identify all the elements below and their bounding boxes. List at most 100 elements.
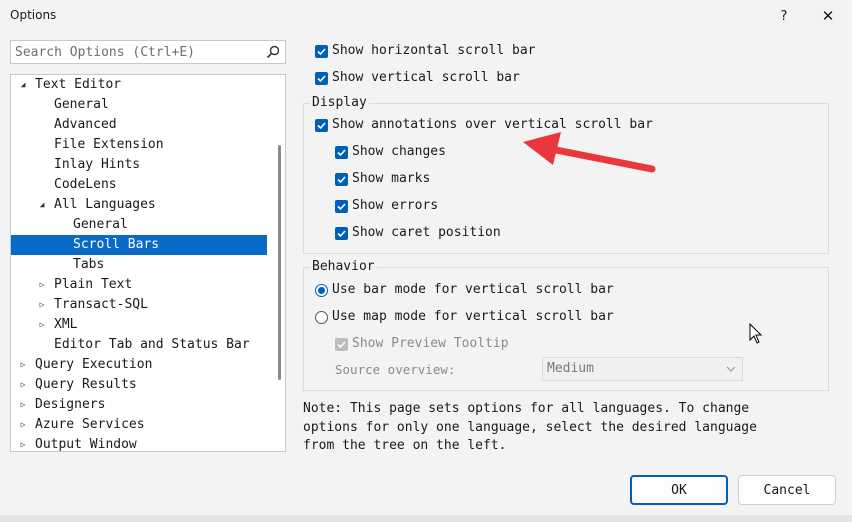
show-annotations-label: Show annotations over vertical scroll ba… bbox=[332, 117, 653, 132]
tree-item-label: Query Execution bbox=[35, 357, 153, 372]
tree-item[interactable]: ▷ Designers bbox=[11, 395, 267, 415]
tree-item[interactable]: CodeLens bbox=[11, 175, 267, 195]
close-button[interactable]: ✕ bbox=[806, 2, 850, 30]
options-tree: ◢ Text Editor General Advanced File Extensio… bbox=[10, 74, 286, 452]
tree-item-label: Text Editor bbox=[35, 77, 122, 92]
mouse-pointer-icon bbox=[749, 323, 763, 344]
note-line: options for only one language, select th… bbox=[303, 419, 757, 435]
cancel-button[interactable]: Cancel bbox=[738, 475, 836, 505]
show-errors-checkbox[interactable] bbox=[335, 200, 348, 213]
show-caret-position-label: Show caret position bbox=[352, 225, 501, 240]
collapsed-triangle-icon[interactable]: ▷ bbox=[17, 395, 29, 415]
tree-item[interactable]: General bbox=[11, 95, 267, 115]
tree-item-label: CodeLens bbox=[54, 177, 117, 192]
collapsed-triangle-icon[interactable]: ▷ bbox=[36, 275, 48, 295]
tree-item-label: Editor Tab and Status Bar bbox=[54, 337, 250, 352]
search-box bbox=[10, 40, 286, 64]
help-icon: ? bbox=[780, 8, 788, 24]
search-input[interactable] bbox=[11, 41, 261, 63]
collapsed-triangle-icon[interactable]: ▷ bbox=[17, 355, 29, 375]
show-horizontal-label: Show horizontal scroll bar bbox=[332, 43, 536, 58]
tree-item-label: Transact-SQL bbox=[54, 297, 148, 312]
tree-item-label: Advanced bbox=[54, 117, 117, 132]
collapsed-triangle-icon[interactable]: ▷ bbox=[36, 315, 48, 335]
tree-item-label: Scroll Bars bbox=[73, 237, 160, 252]
note-text: Note: This page sets options for all lan… bbox=[303, 400, 813, 456]
tree-item[interactable]: ◢ Text Editor bbox=[11, 75, 267, 95]
collapsed-triangle-icon[interactable]: ▷ bbox=[17, 435, 29, 451]
tree-item[interactable]: ▷ XML bbox=[11, 315, 267, 335]
show-changes-checkbox[interactable] bbox=[335, 146, 348, 159]
tree-item[interactable]: Editor Tab and Status Bar bbox=[11, 335, 267, 355]
show-errors-label: Show errors bbox=[352, 198, 439, 213]
source-overview-select[interactable]: Medium bbox=[542, 357, 743, 381]
expanded-triangle-icon[interactable]: ◢ bbox=[36, 195, 48, 215]
show-vertical-label: Show vertical scroll bar bbox=[332, 70, 520, 85]
bar-mode-label: Use bar mode for vertical scroll bar bbox=[332, 282, 614, 297]
tree-item[interactable]: ▷ Azure Services bbox=[11, 415, 267, 435]
collapsed-triangle-icon[interactable]: ▷ bbox=[36, 295, 48, 315]
close-icon: ✕ bbox=[821, 7, 835, 25]
search-icon[interactable] bbox=[265, 44, 281, 60]
tree-item-label: Tabs bbox=[73, 257, 105, 272]
tree-item-label: Query Results bbox=[35, 377, 137, 392]
tree-item[interactable]: Inlay Hints bbox=[11, 155, 267, 175]
note-line: Note: This page sets options for all lan… bbox=[303, 401, 750, 416]
tree-item[interactable]: Scroll Bars bbox=[11, 235, 267, 255]
tree-item[interactable]: Advanced bbox=[11, 115, 267, 135]
background-window-strip bbox=[0, 515, 852, 522]
collapsed-triangle-icon[interactable]: ▷ bbox=[17, 375, 29, 395]
show-vertical-checkbox[interactable] bbox=[315, 72, 328, 85]
help-button[interactable]: ? bbox=[762, 2, 806, 30]
check-icon bbox=[337, 341, 346, 349]
tree-item[interactable]: File Extension bbox=[11, 135, 267, 155]
tree-item-label: XML bbox=[54, 317, 78, 332]
show-preview-tooltip-label: Show Preview Tooltip bbox=[352, 336, 509, 351]
title-bar: Options ? ✕ bbox=[0, 0, 852, 32]
expanded-triangle-icon[interactable]: ◢ bbox=[17, 75, 29, 95]
note-line: from the tree on the left. bbox=[303, 438, 507, 453]
tree-scrollbar[interactable] bbox=[273, 75, 285, 451]
tree-item-label: Inlay Hints bbox=[54, 157, 141, 172]
tree-item[interactable]: Tabs bbox=[11, 255, 267, 275]
bar-mode-radio[interactable] bbox=[315, 284, 328, 297]
check-icon bbox=[317, 75, 326, 83]
source-overview-value: Medium bbox=[547, 361, 594, 376]
tree-item-label: File Extension bbox=[54, 137, 164, 152]
check-icon bbox=[337, 203, 346, 211]
tree-item-label: Output Window bbox=[35, 437, 137, 452]
tree-item[interactable]: ▷ Output Window bbox=[11, 435, 267, 452]
check-icon bbox=[337, 149, 346, 157]
show-preview-tooltip-checkbox[interactable] bbox=[335, 338, 348, 351]
tree-item[interactable]: ◢ All Languages bbox=[11, 195, 267, 215]
show-marks-checkbox[interactable] bbox=[335, 173, 348, 186]
window-title: Options bbox=[10, 8, 57, 22]
check-icon bbox=[337, 230, 346, 238]
tree-item[interactable]: ▷ Transact-SQL bbox=[11, 295, 267, 315]
display-group-title: Display bbox=[310, 95, 369, 110]
check-icon bbox=[317, 122, 326, 130]
show-caret-position-checkbox[interactable] bbox=[335, 227, 348, 240]
show-marks-label: Show marks bbox=[352, 171, 431, 186]
tree-item-label: Azure Services bbox=[35, 417, 145, 432]
map-mode-radio[interactable] bbox=[315, 311, 328, 324]
source-overview-label: Source overview: bbox=[335, 362, 456, 377]
ok-button[interactable]: OK bbox=[630, 475, 728, 505]
tree-item-label: All Languages bbox=[54, 197, 156, 212]
chevron-down-icon bbox=[726, 366, 736, 372]
tree-item-label: General bbox=[54, 97, 109, 112]
collapsed-triangle-icon[interactable]: ▷ bbox=[17, 415, 29, 435]
tree-item[interactable]: General bbox=[11, 215, 267, 235]
tree-item[interactable]: ▷ Plain Text bbox=[11, 275, 267, 295]
show-annotations-checkbox[interactable] bbox=[315, 119, 328, 132]
tree-item[interactable]: ▷ Query Results bbox=[11, 375, 267, 395]
check-icon bbox=[317, 48, 326, 56]
tree-item-label: Designers bbox=[35, 397, 106, 412]
check-icon bbox=[337, 176, 346, 184]
tree-item[interactable]: ▷ Query Execution bbox=[11, 355, 267, 375]
show-horizontal-checkbox[interactable] bbox=[315, 45, 328, 58]
tree-scrollbar-thumb[interactable] bbox=[278, 145, 281, 380]
behavior-group-title: Behavior bbox=[310, 259, 377, 274]
tree-item-label: Plain Text bbox=[54, 277, 133, 292]
map-mode-label: Use map mode for vertical scroll bar bbox=[332, 309, 614, 324]
